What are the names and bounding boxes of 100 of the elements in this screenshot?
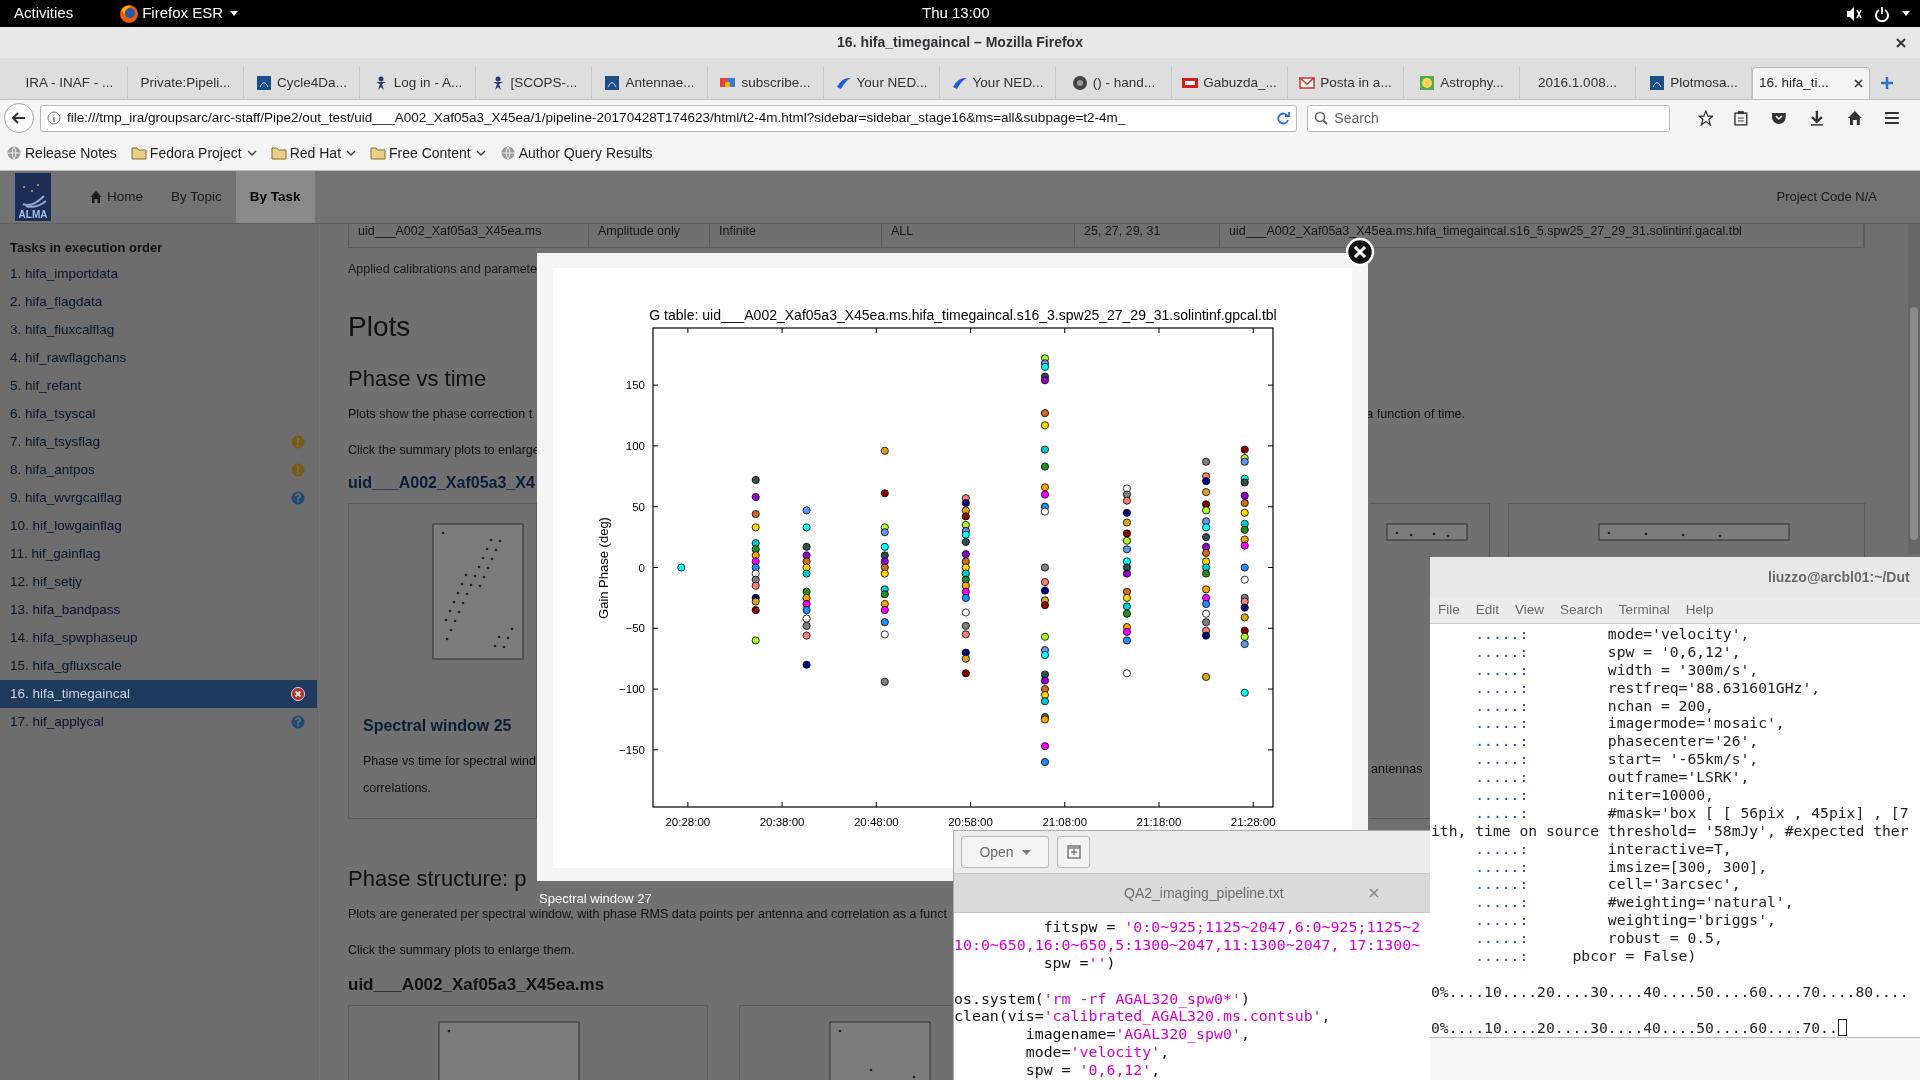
terminal-line: .....: restfreq='88.631601GHz', [1474,678,1821,697]
terminal-line: .....: imsize=[300, 300], [1474,857,1768,876]
code-line: mode='velocity', [1024,1044,1170,1063]
sidebar-item[interactable]: 5. hif_refant [0,372,317,400]
sidebar-item[interactable]: 14. hifa_spwphaseup [0,624,317,652]
tick-label: 100 [625,439,645,452]
browser-tab[interactable]: Antennae... [592,67,708,99]
terminal-line: .....: imagermode='mosaic', [1474,714,1785,733]
menu-item[interactable]: Help [1685,599,1714,621]
open-button[interactable]: Open [961,836,1049,868]
terminal-line: .....: start= '-65km/s', [1474,750,1759,769]
menu-item[interactable]: Terminal [1618,599,1670,621]
sidebar-item[interactable]: 1. hifa_importdata [0,260,317,288]
tick-label: −50 [625,622,645,635]
terminal-line: .....: phasecenter='26', [1474,732,1759,751]
nav-link[interactable]: By Task [235,171,315,223]
browser-tab[interactable]: Posta in a... [1288,67,1404,99]
tick-label: 20:28:00 [665,816,711,828]
tick-label: 0 [638,561,645,574]
code-line: imagename='AGAL320_spw0', [1024,1026,1250,1045]
card-text: antennas [1371,761,1423,778]
sidebar-item[interactable]: 16. hifa_timegaincal [0,680,317,708]
clock[interactable]: Thu 13:00 [922,2,990,25]
sidebar-item[interactable]: 17. hif_applycal [0,708,317,736]
browser-tab[interactable]: subscribe... [708,67,824,99]
terminal-line: .....: cell='3arcsec', [1474,875,1741,894]
terminal-line: .....: mode='velocity', [1474,625,1750,643]
search-input[interactable]: Search [1334,107,1663,129]
card-text: Phase vs time for spectral wind [363,753,536,770]
note-text: Applied calibrations and paramete [348,260,537,278]
tick-label: −100 [619,683,645,696]
tick-label: 20:38:00 [759,816,805,828]
window-title: liuzzo@arcbl01:~/Dut [1768,567,1910,587]
browser-tab[interactable]: Log in - A... [360,67,476,99]
table-cell: uid___A002_Xaf05a3_X45ea.ms [349,224,589,247]
terminal-line: .....: #mask='box [ [ 56pix , 45pix] , [7 [1474,803,1909,822]
ms-link[interactable]: uid___A002_Xaf05a3_X4 [348,464,535,502]
table-cell: Infinite [710,224,882,247]
tick-label: 150 [625,379,645,392]
chart-title: G table: uid___A002_Xaf05a3_X45ea.ms.hifa_timegaincal.s16_3.spw25_27_29_31.solintinf.gpcal.tbl [649,307,1277,323]
nav-link[interactable]: By Topic [157,171,236,223]
bookmark-item[interactable]: Author Query Results [499,142,653,164]
terminal-line: .....: niter=10000, [1474,786,1714,804]
sidebar-item[interactable]: 7. hifa_tsysflag [0,428,317,456]
terminal-line: ith, time on source threshold= '58mJy', #expected ther [1431,821,1909,840]
bookmark-item[interactable]: Red Hat [270,142,356,164]
browser-tab[interactable]: 16. hifa_ti... [1752,67,1870,99]
image-caption: Spectral window 27 [539,892,652,906]
sidebar-item[interactable]: 9. hifa_wvrgcalflag [0,484,317,512]
menu-item[interactable]: View [1515,599,1545,621]
paragraph-text: Plots show the phase correction t [348,405,533,423]
sidebar-item[interactable]: 12. hif_setjy [0,568,317,596]
app-menu[interactable]: Firefox ESR [142,2,224,25]
browser-tab[interactable]: 2016.1.008... [1520,67,1636,99]
sidebar-item[interactable]: 4. hif_rawflagchans [0,344,317,372]
browser-tab[interactable]: IRA - INAF - ... [12,67,128,99]
browser-tab[interactable]: [SCOPS-... [476,67,592,99]
browser-tab[interactable]: Cycle4Da... [244,67,360,99]
tick-label: 20:48:00 [853,816,899,828]
search-field[interactable]: Search [1307,104,1670,132]
nav-link[interactable]: Home [75,171,157,223]
section-heading: Plots [348,310,411,344]
document-tab[interactable]: QA2_imaging_pipeline.txt [1124,882,1284,904]
menu-item[interactable]: Edit [1475,599,1500,621]
table-cell: Amplitude only [589,224,710,247]
terminal-line: .....: outframe='LSRK', [1474,768,1750,786]
axis-label: Gain Phase (deg) [596,517,611,619]
sidebar-item[interactable]: 8. hifa_antpos [0,456,317,484]
browser-tab[interactable]: Your NED... [940,67,1056,99]
bookmark-item[interactable]: Release Notes [6,142,117,164]
sidebar-item[interactable]: 15. hifa_gfluxscale [0,652,317,680]
sidebar-item[interactable]: 13. hifa_bandpass [0,596,317,624]
browser-tab[interactable]: () - hand... [1056,67,1172,99]
section-heading: Phase structure: p [348,864,527,893]
table-cell: 25, 27, 29, 31 [1075,224,1220,247]
browser-tab[interactable]: Private:Pipeli... [128,67,244,99]
menu-item[interactable]: File [1438,599,1460,621]
browser-tab[interactable]: Your NED... [824,67,940,99]
terminal-line: .....: width = '300m/s', [1474,660,1759,679]
terminal-line: .....: spw = '0,6,12', [1474,642,1741,661]
activities-button[interactable]: Activities [12,2,76,25]
card-title[interactable]: Spectral window 25 [363,714,512,738]
section-heading: Phase vs time [348,364,487,392]
sidebar-item[interactable]: 2. hifa_flagdata [0,288,317,316]
sidebar-heading: Tasks in execution order [9,239,164,258]
bookmark-item[interactable]: Fedora Project [130,142,257,164]
browser-tab[interactable]: Astrophy... [1404,67,1520,99]
sidebar-item[interactable]: 6. hifa_tsyscal [0,400,317,428]
terminal-line: 0%....10....20....30....40....50....60....70....80.... [1431,982,1909,1001]
browser-tab[interactable]: Gabuzda_... [1172,67,1288,99]
sidebar-item[interactable]: 10. hif_lowgainflag [0,512,317,540]
sidebar-item[interactable]: 11. hif_gainflag [0,540,317,568]
tick-label: 20:58:00 [948,816,993,828]
code-line: fitspw = '0:0~925;1125~2047,6:0~925;1125~2 [1042,919,1421,937]
bookmark-item[interactable]: Free Content [370,142,486,164]
menu-item[interactable]: Search [1560,599,1603,621]
code-line: clean(vis='calibrated_AGAL320.ms.contsub', [954,1008,1331,1027]
terminal-line: .....: nchan = 200, [1474,696,1714,715]
sidebar-item[interactable]: 3. hifa_fluxcalflag [0,316,317,344]
terminal-line: 0%....10....20....30....40....50....60....70.. [1431,1018,1847,1037]
